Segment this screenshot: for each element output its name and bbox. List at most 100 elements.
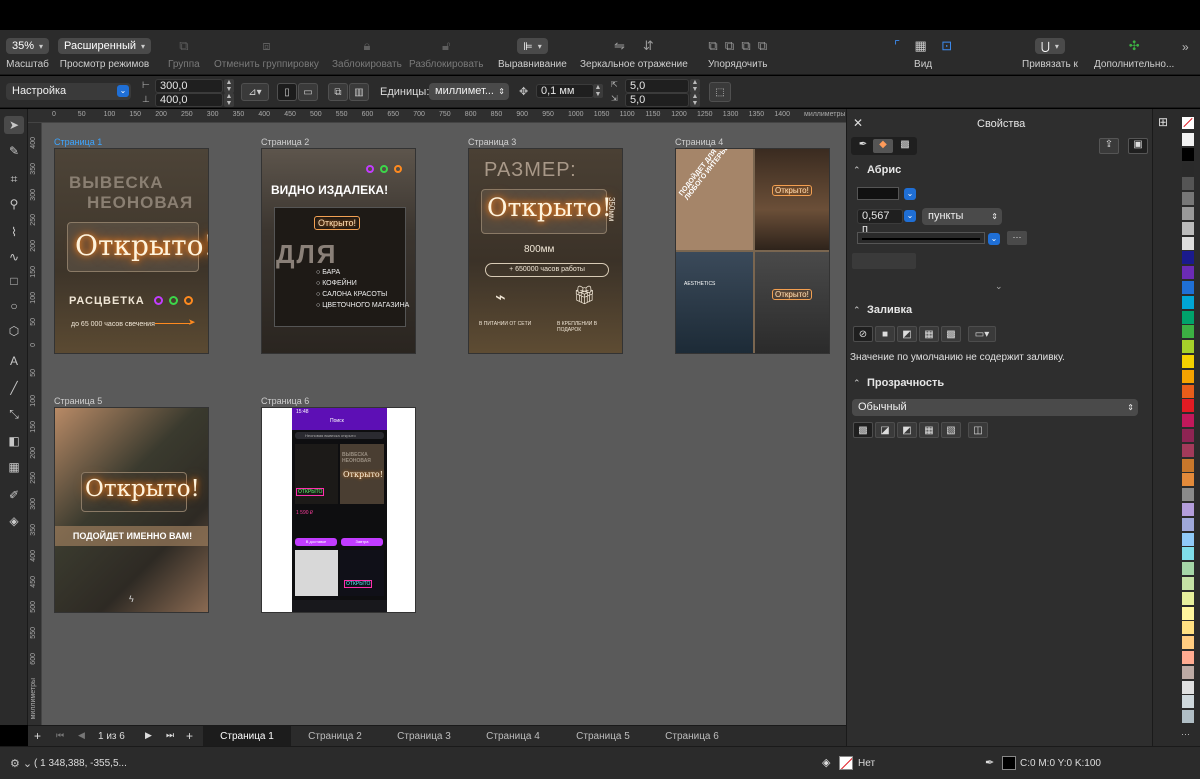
palette-color-swatch[interactable] — [1182, 532, 1194, 546]
page-3-thumbnail[interactable]: РАЗМЕР: Открыто! 350мм 800мм + 650000 ча… — [468, 148, 623, 354]
tab-page-2[interactable]: Страница 2 — [291, 726, 379, 747]
ellipse-tool-icon[interactable]: ○ — [4, 297, 24, 315]
dup-y-stepper[interactable]: ▲ ▼ — [690, 93, 700, 107]
uniform-fill-icon[interactable]: ■ — [875, 326, 895, 342]
uniform-transparency-icon[interactable]: ◪ — [875, 422, 895, 438]
chevron-down-icon[interactable]: ⌄ — [988, 233, 1000, 245]
palette-color-swatch[interactable] — [1182, 310, 1194, 324]
tab-page-1[interactable]: Страница 1 — [203, 726, 291, 747]
close-icon[interactable]: ✕ — [853, 116, 863, 130]
current-page-button[interactable]: ▥ — [349, 83, 369, 101]
palette-color-swatch[interactable] — [1182, 251, 1194, 265]
unlock-button[interactable]: 🔓︎ Разблокировать — [409, 38, 483, 70]
palette-color-swatch[interactable] — [1182, 429, 1194, 442]
portrait-button[interactable]: ▯ — [277, 83, 297, 101]
connector-tool-icon[interactable]: ⤡ — [4, 405, 24, 423]
palette-color-swatch[interactable] — [1182, 577, 1194, 590]
palette-color-swatch[interactable] — [1182, 591, 1194, 605]
arrange-icon[interactable]: ⧉ ⧉ ⧉ ⧉ — [708, 38, 767, 54]
lock-button[interactable]: 🔒︎ Заблокировать — [332, 38, 402, 70]
page-2-thumbnail[interactable]: ВИДНО ИЗДАЛЕКА! Открыто! ДЛЯ ○ БАРА ○ КО… — [261, 148, 416, 354]
add-page-icon[interactable]: + — [34, 729, 41, 743]
add-page-end-icon[interactable]: + — [186, 729, 193, 743]
no-color-swatch[interactable] — [1182, 117, 1194, 129]
palette-color-swatch[interactable] — [1182, 695, 1194, 709]
mirror-icon[interactable]: ⇋ ⇵ — [614, 38, 654, 54]
vertical-ruler[interactable]: 400 350 300 250 200 150 100 50 0 50 100 150 200 250 30… — [28, 123, 42, 725]
palette-color-swatch[interactable] — [1182, 443, 1194, 457]
bitmap-pattern-icon[interactable]: ▩ — [941, 326, 961, 342]
view-icons[interactable]: ⌜ ▦ ⊡ — [894, 38, 952, 54]
tab-page-5[interactable]: Страница 5 — [559, 726, 647, 747]
page-6-thumbnail[interactable]: 15:48 Поиск Неоновая вывеска открыто ОТК… — [261, 407, 416, 613]
collapse-transparency-icon[interactable]: ⌃ — [853, 378, 861, 389]
next-page-icon[interactable]: ▶ — [145, 730, 152, 741]
page-5-thumbnail[interactable]: Открыто! ПОДОЙДЕТ ИМЕННО ВАМ! ϟ — [54, 407, 209, 613]
page-frame-button[interactable]: ⬚ — [709, 82, 731, 102]
palette-color-swatch[interactable] — [1182, 266, 1194, 280]
line-style-dropdown[interactable] — [857, 232, 985, 244]
palette-color-swatch[interactable] — [1182, 517, 1194, 531]
palette-color-swatch[interactable] — [1182, 147, 1194, 161]
crop-tool-icon[interactable]: ⌗ — [4, 170, 24, 188]
palette-color-swatch[interactable] — [1182, 621, 1194, 635]
page-1-label[interactable]: Страница 1 — [54, 137, 102, 147]
export-icon[interactable]: ⇪ — [1099, 138, 1119, 154]
palette-color-swatch[interactable] — [1182, 665, 1194, 679]
tab-page-3[interactable]: Страница 3 — [380, 726, 468, 747]
objects-docker-icon[interactable]: ⊞ — [1158, 115, 1168, 129]
polygon-tool-icon[interactable]: ⬡ — [4, 322, 24, 340]
palette-color-swatch[interactable] — [1182, 414, 1194, 428]
palette-color-swatch[interactable] — [1182, 192, 1194, 206]
collapse-outline-icon[interactable]: ⌃ — [853, 165, 861, 176]
two-color-transparency-icon[interactable]: ◫ — [968, 422, 988, 438]
page-4-label[interactable]: Страница 4 — [675, 137, 723, 147]
zoom-tool-icon[interactable]: ⚲ — [4, 195, 24, 213]
palette-color-swatch[interactable] — [1182, 340, 1194, 354]
transparency-tool-icon[interactable]: ▦ — [4, 458, 24, 476]
palette-color-swatch[interactable] — [1182, 325, 1194, 339]
snap-dropdown[interactable]: ⋃ ▾ — [1034, 38, 1065, 54]
page-size-button[interactable]: ⊿▾ — [241, 83, 269, 101]
dup-y-input[interactable]: 5,0 — [625, 93, 689, 107]
width-stepper[interactable]: ▲ ▼ — [224, 79, 234, 93]
no-fill-icon[interactable]: ⊘ — [853, 326, 873, 342]
palette-color-swatch[interactable] — [1182, 710, 1194, 724]
palette-color-swatch[interactable] — [1182, 562, 1194, 576]
ungroup-button[interactable]: ⧈ Отменить группировку — [214, 38, 319, 70]
all-pages-button[interactable]: ⧉ — [328, 83, 348, 101]
gradient-fill-icon[interactable]: ◩ — [897, 326, 917, 342]
transparency-tab-icon[interactable]: ▩ — [895, 139, 915, 153]
palette-color-swatch[interactable] — [1182, 399, 1194, 413]
tab-page-4[interactable]: Страница 4 — [469, 726, 557, 747]
pattern-transparency-icon[interactable]: ▦ — [919, 422, 939, 438]
shape-tool-icon[interactable]: ✎ — [4, 142, 24, 160]
palette-color-swatch[interactable] — [1182, 236, 1194, 250]
outline-tab-icon[interactable]: ✒ — [853, 139, 873, 153]
rectangle-tool-icon[interactable]: □ — [4, 272, 24, 290]
palette-color-swatch[interactable] — [1182, 207, 1194, 220]
outline-width-input[interactable]: 0,567 п — [857, 209, 903, 235]
transparency-mode-dropdown[interactable]: Обычный ⇕ — [852, 399, 1138, 416]
postscript-fill-icon[interactable]: ▭▾ — [968, 326, 996, 342]
fill-tool-icon[interactable]: ◈ — [4, 512, 24, 530]
current-page-number[interactable]: 1 — [98, 731, 104, 742]
nudge-input[interactable]: 0,1 мм — [536, 84, 594, 98]
height-input[interactable]: 400,0 — [155, 93, 223, 107]
palette-color-swatch[interactable] — [1182, 503, 1194, 516]
more-options-icon[interactable]: ⋯ — [1007, 231, 1027, 245]
more-icon[interactable]: ✣ — [1129, 38, 1140, 54]
no-transparency-icon[interactable]: ▩ — [853, 422, 873, 438]
palette-color-swatch[interactable] — [1182, 651, 1194, 664]
palette-color-swatch[interactable] — [1182, 636, 1194, 650]
overflow-icon[interactable]: » — [1182, 40, 1189, 54]
artistic-media-icon[interactable]: ∿ — [4, 248, 24, 266]
group-button[interactable]: ⧉ Группа — [168, 38, 200, 70]
outline-units-dropdown[interactable]: пункты ⇕ — [922, 208, 1002, 225]
page-3-label[interactable]: Страница 3 — [468, 137, 516, 147]
text-tool-icon[interactable]: A — [4, 352, 24, 370]
shadow-tool-icon[interactable]: ◧ — [4, 432, 24, 450]
bitmap-transparency-icon[interactable]: ▧ — [941, 422, 961, 438]
outline-color-swatch[interactable] — [857, 187, 899, 200]
palette-color-swatch[interactable] — [1182, 295, 1194, 309]
